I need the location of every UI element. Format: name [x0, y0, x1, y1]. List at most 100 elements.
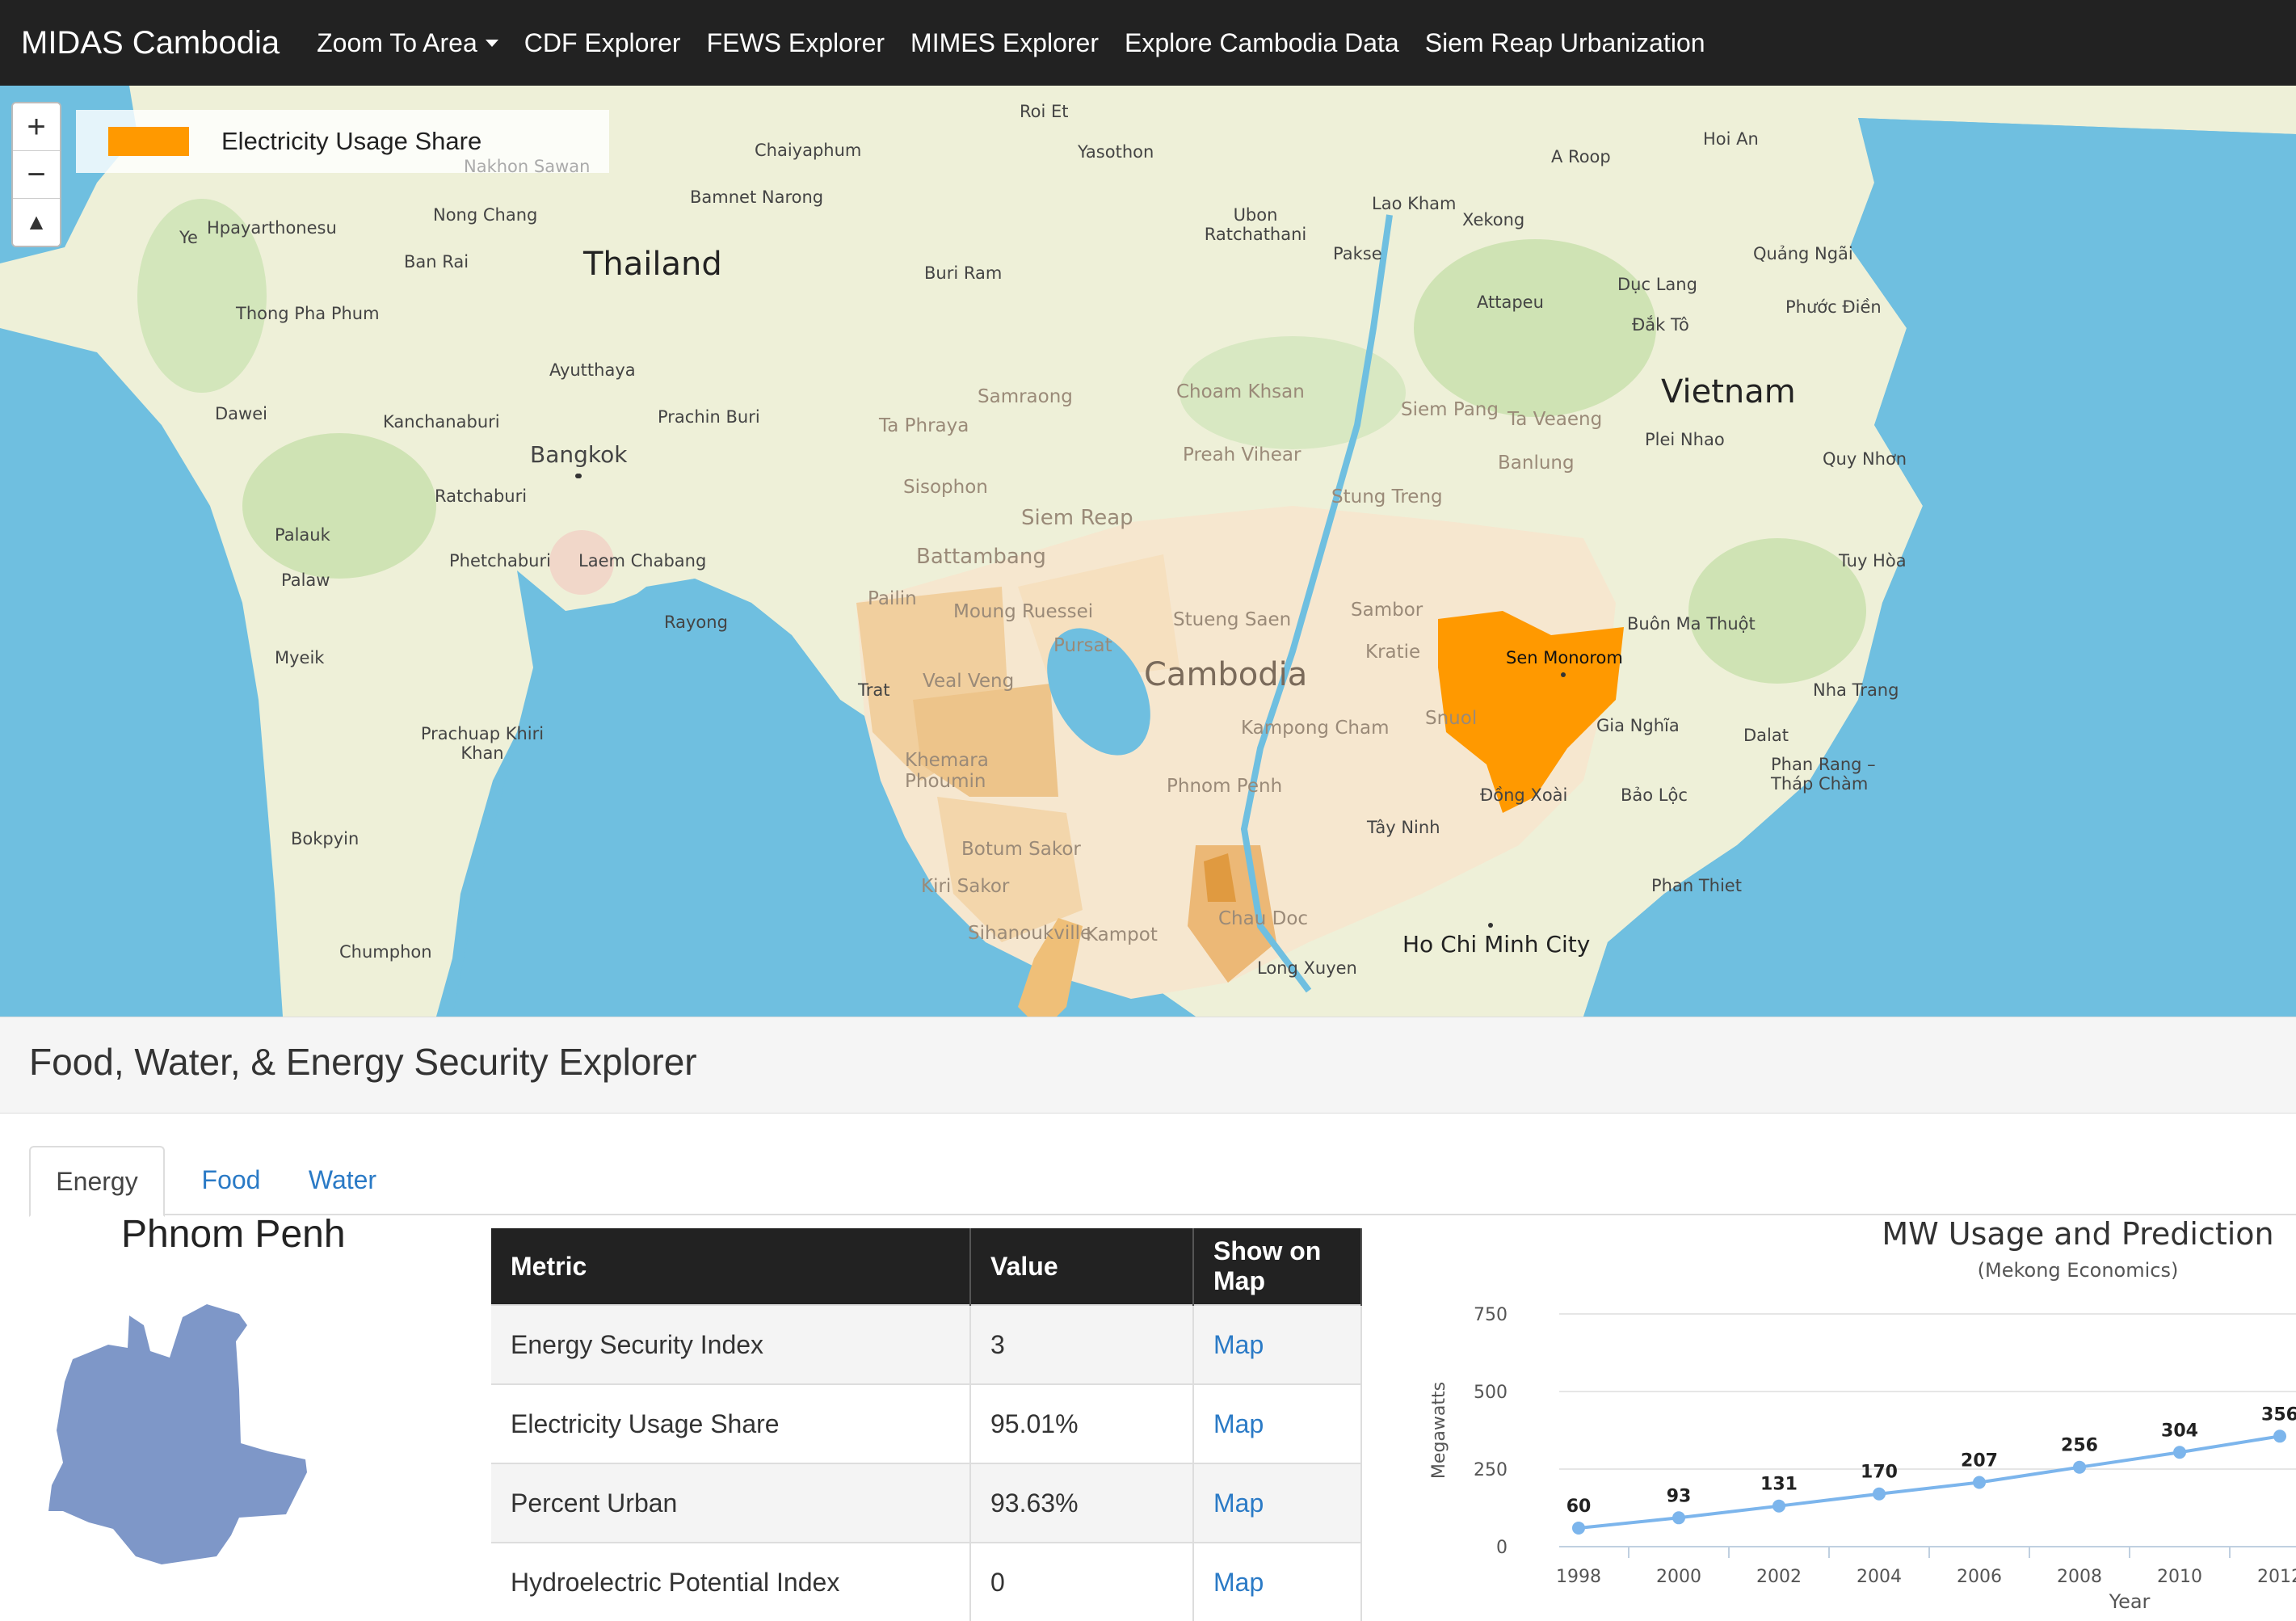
- y-tick-label: 500: [1474, 1383, 1508, 1403]
- city-label: Bokpyin: [291, 829, 360, 848]
- brand[interactable]: MIDAS Cambodia: [21, 25, 280, 61]
- city-label: Bảo Lộc: [1621, 785, 1688, 805]
- reset-bearing-button[interactable]: ▲: [13, 199, 60, 246]
- province-label: Chau Doc: [1218, 908, 1309, 929]
- table-row: Percent Urban 93.63% Map: [491, 1463, 1362, 1543]
- city-label: Ye: [179, 228, 198, 247]
- province-label: Pailin: [868, 588, 917, 609]
- province-label: Ta Veaeng: [1508, 409, 1603, 430]
- legend-label: Electricity Usage Share: [221, 127, 482, 155]
- data-label: 207: [1961, 1451, 1998, 1472]
- data-label: 304: [2161, 1421, 2198, 1441]
- city-label: Ban Rai: [404, 252, 469, 272]
- x-tick-label: 2004: [1857, 1567, 1902, 1587]
- city-label: Xekong: [1462, 210, 1525, 229]
- tab-energy[interactable]: Energy: [29, 1146, 165, 1217]
- city-label: Nha Trang: [1813, 680, 1899, 700]
- city-label: Phetchaburi: [449, 551, 551, 571]
- nav-siem-reap-urbanization[interactable]: Siem Reap Urbanization: [1425, 28, 1705, 58]
- city-label: Palaw: [281, 571, 330, 590]
- x-tick-label: 2002: [1756, 1567, 1802, 1587]
- nav-fews-explorer[interactable]: FEWS Explorer: [707, 28, 885, 58]
- chart-axis: 0 250 500 750 1998 2000 2002 2004 2006 2008 2010 20…: [1474, 1305, 2296, 1587]
- y-tick-label: 250: [1474, 1460, 1508, 1480]
- legend-swatch: [108, 127, 189, 156]
- tab-food[interactable]: Food: [184, 1146, 278, 1214]
- city-label: Yasothon: [1078, 142, 1154, 162]
- chart-subtitle: (Mekong Economics): [1978, 1259, 2179, 1282]
- metric-cell: Energy Security Index: [491, 1304, 971, 1384]
- province-label: Kiri Sakor: [921, 876, 1010, 897]
- y-tick-label: 750: [1474, 1305, 1508, 1325]
- data-label: 93: [1667, 1486, 1692, 1506]
- province-label: Stung Treng: [1331, 486, 1443, 507]
- city-label: Bangkok: [530, 441, 628, 468]
- city-label: Buôn Ma Thuột: [1627, 614, 1756, 634]
- map-link[interactable]: Map: [1193, 1463, 1362, 1543]
- city-label: Laem Chabang: [578, 551, 707, 571]
- data-point: [2173, 1446, 2186, 1459]
- usage-chart: MW Usage and Prediction (Mekong Economic…: [1406, 1204, 2296, 1613]
- y-tick-label: 0: [1496, 1538, 1508, 1558]
- tab-water[interactable]: Water: [296, 1146, 389, 1214]
- header-show-on-map: Show on Map: [1193, 1228, 1362, 1305]
- province-label: Khemara Phoumin: [905, 750, 989, 792]
- city-label: Palauk: [275, 525, 330, 545]
- province-label: Veal Veng: [923, 671, 1015, 692]
- data-point: [1672, 1511, 1685, 1525]
- nav-mimes-explorer[interactable]: MIMES Explorer: [910, 28, 1099, 58]
- chart-title: MW Usage and Prediction: [1882, 1216, 2273, 1252]
- province-label: Botum Sakor: [961, 839, 1081, 860]
- city-label: Tây Ninh: [1367, 818, 1440, 837]
- province-label: Preah Vihear: [1183, 444, 1301, 465]
- province-label: Pursat: [1053, 635, 1112, 656]
- district-name: Phnom Penh: [121, 1213, 346, 1256]
- city-label: Hoi An: [1703, 129, 1759, 149]
- nav-explore-cambodia-data[interactable]: Explore Cambodia Data: [1125, 28, 1399, 58]
- data-label: 60: [1566, 1497, 1592, 1517]
- city-label: Ayutthaya: [549, 360, 636, 380]
- province-label: Kampong Cham: [1241, 718, 1390, 739]
- province-label: Samraong: [978, 386, 1073, 407]
- data-point: [2273, 1429, 2286, 1443]
- table-row: Energy Security Index 3 Map: [491, 1304, 1362, 1384]
- city-label: Gia Nghĩa: [1596, 716, 1680, 735]
- province-label: Moung Ruessei: [953, 601, 1094, 622]
- city-label: Rayong: [664, 613, 728, 632]
- zoom-in-button[interactable]: +: [13, 103, 60, 151]
- city-label: Nong Chang: [433, 205, 538, 225]
- city-label: Plei Nhao: [1645, 430, 1725, 449]
- map-link[interactable]: Map: [1193, 1542, 1362, 1621]
- city-label: Dục Lang: [1617, 275, 1697, 294]
- city-label: Chumphon: [339, 942, 432, 962]
- metrics-table: Metric Value Show on Map Energy Security…: [491, 1228, 1362, 1621]
- zoom-out-button[interactable]: −: [13, 151, 60, 199]
- metric-cell: Percent Urban: [491, 1463, 971, 1543]
- province-label: Choam Khsan: [1176, 381, 1305, 402]
- city-label: Đắk Tô: [1632, 315, 1689, 335]
- country-label: Cambodia: [1144, 656, 1308, 693]
- city-label: Hpayarthonesu: [207, 218, 337, 238]
- map-link[interactable]: Map: [1193, 1304, 1362, 1384]
- x-tick-label: 2010: [2157, 1567, 2202, 1587]
- nav-cdf-explorer[interactable]: CDF Explorer: [524, 28, 681, 58]
- x-tick-label: 2008: [2057, 1567, 2102, 1587]
- city-label: Prachin Buri: [658, 407, 760, 427]
- header-metric: Metric: [491, 1228, 971, 1305]
- city-label: Phan Thiet: [1651, 876, 1742, 895]
- usage-chart-svg: MW Usage and Prediction (Mekong Economic…: [1429, 1216, 2296, 1613]
- nav-zoom-to-area[interactable]: Zoom To Area: [317, 28, 498, 58]
- map-link[interactable]: Map: [1193, 1383, 1362, 1463]
- province-label: Banlung: [1498, 453, 1575, 474]
- province-label: Kampot: [1086, 924, 1158, 945]
- province-label: Stueng Saen: [1173, 609, 1292, 630]
- city-label: Phan Rang – Tháp Chàm: [1771, 755, 1876, 794]
- province-label: Sisophon: [903, 477, 988, 498]
- chart-xlabel: Year: [2109, 1590, 2151, 1613]
- data-label: 170: [1861, 1463, 1898, 1483]
- province-label: Snuol: [1425, 708, 1478, 729]
- city-label: Dalat: [1743, 726, 1789, 745]
- x-tick-label: 2006: [1957, 1567, 2002, 1587]
- city-label: Đồng Xoài: [1480, 785, 1568, 805]
- map[interactable]: + − ▲ Electricity Usage Share Thailand V…: [0, 86, 2296, 1017]
